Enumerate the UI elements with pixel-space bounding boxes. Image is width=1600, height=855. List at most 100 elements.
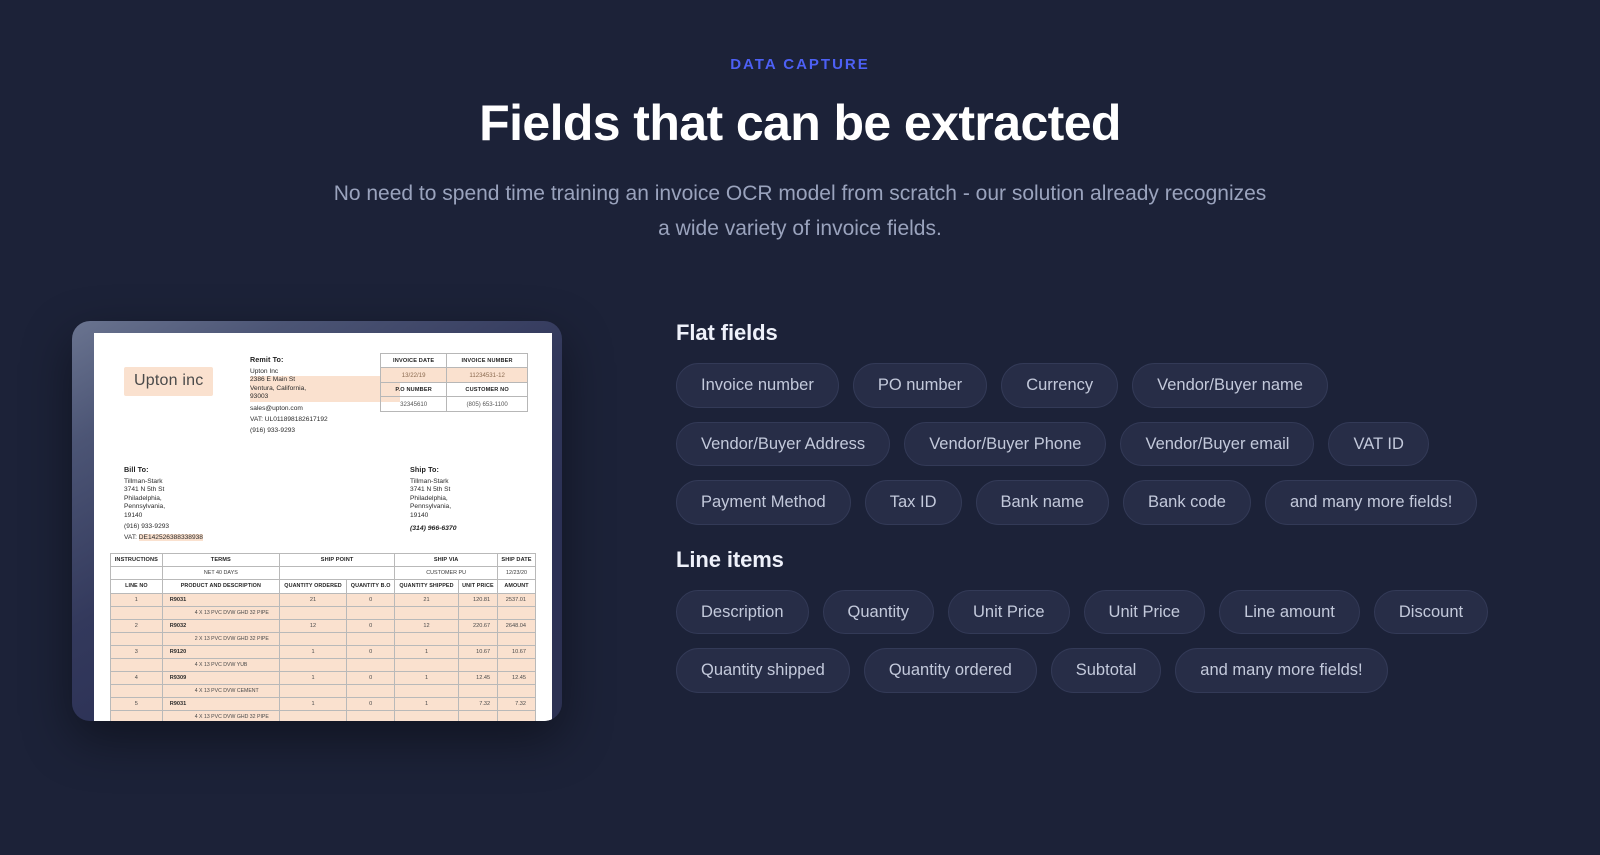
col-terms: TERMS [161, 553, 280, 567]
field-pill-unit-price-2[interactable]: Unit Price [1083, 589, 1206, 634]
item-amount: 7.32 [497, 697, 536, 711]
col-line-no: LINE NO [110, 579, 163, 594]
flat-fields-pill-group: Invoice number PO number Currency Vendor… [676, 363, 1536, 525]
item-amount: 10.67 [497, 645, 536, 659]
item-code: R9031 [161, 697, 280, 711]
item-code: R9120 [161, 645, 280, 659]
item-spacer [278, 710, 348, 721]
field-pill-quantity-ordered[interactable]: Quantity ordered [863, 648, 1037, 693]
col-unit-price: UNIT PRICE [457, 579, 499, 594]
table-row: INSTRUCTIONS TERMS SHIP POINT SHIP VIA S… [110, 553, 536, 567]
field-pill-payment-method[interactable]: Payment Method [676, 480, 851, 525]
item-spacer [497, 710, 536, 721]
ship-to-phone: (314) 966-6370 [410, 525, 457, 533]
field-pill-tax-id[interactable]: Tax ID [864, 480, 962, 525]
item-spacer [394, 658, 459, 672]
table-row: P.O NUMBER CUSTOMER NO [379, 382, 528, 397]
invoice-top-section: Upton inc Remit To: Upton Inc 2386 E Mai… [110, 347, 536, 465]
field-pill-quantity[interactable]: Quantity [822, 589, 934, 634]
line-items-heading: Line items [676, 546, 784, 572]
item-amount: 12.45 [497, 671, 536, 685]
item-no: 5 [110, 697, 163, 711]
invoice-meta-table: INVOICE DATE INVOICE NUMBER 13/22/19 112… [379, 353, 528, 412]
ship-to-street: 3741 N 5th St [410, 486, 451, 494]
field-pill-vendor-buyer-address[interactable]: Vendor/Buyer Address [676, 421, 891, 466]
item-no: 1 [110, 593, 163, 607]
item-spacer [346, 632, 396, 646]
customer-no-header: CUSTOMER NO [446, 382, 528, 397]
item-ordered: 1 [278, 645, 348, 659]
table-row: 3 R9120 1 0 1 10.67 10.67 [110, 645, 536, 659]
field-pill-discount[interactable]: Discount [1373, 589, 1489, 634]
remit-to-block: Remit To: Upton Inc 2386 E Main St Ventu… [250, 355, 400, 436]
table-row: 4 R9309 1 0 1 12.45 12.45 [110, 671, 536, 685]
val-ship-via: CUSTOMER PU [394, 566, 499, 580]
bill-to-label: Bill To: [124, 465, 149, 474]
section-eyebrow: DATA CAPTURE [730, 56, 870, 73]
item-code: R9309 [161, 671, 280, 685]
field-pill-line-amount[interactable]: Line amount [1219, 589, 1360, 634]
page-title: Fields that can be extracted [479, 95, 1121, 151]
table-row: 2 R9032 12 0 12 220.67 2648.04 [110, 619, 536, 633]
field-pill-vendor-buyer-name[interactable]: Vendor/Buyer name [1132, 363, 1328, 408]
item-description: 4 X 13 PVC DVW YUB [161, 658, 280, 672]
item-spacer [110, 632, 163, 646]
col-amount: AMOUNT [497, 579, 536, 594]
col-product: PRODUCT AND DESCRIPTION [161, 579, 280, 594]
field-pill-flat-more[interactable]: and many more fields! [1264, 480, 1478, 525]
item-price: 220.67 [457, 619, 499, 633]
remit-to-label: Remit To: [250, 355, 284, 364]
item-amount: 2537.01 [497, 593, 536, 607]
field-pill-invoice-number[interactable]: Invoice number [676, 363, 839, 408]
col-ship-point: SHIP POINT [278, 553, 396, 567]
bill-to-vat-label: VAT: [124, 534, 139, 542]
field-pill-bank-code[interactable]: Bank code [1122, 480, 1251, 525]
bill-to-block: Bill To: Tillman-Stark 3741 N 5th St Phi… [124, 465, 274, 543]
table-row: 1 R9031 21 0 21 120.81 2537.01 [110, 593, 536, 607]
bill-to-phone: (916) 933-9293 [124, 523, 170, 531]
field-pill-bank-name[interactable]: Bank name [975, 480, 1109, 525]
page-subtitle: No need to spend time training an invoic… [333, 182, 1267, 240]
item-shipped: 12 [394, 619, 459, 633]
field-pill-po-number[interactable]: PO number [852, 363, 988, 408]
field-pill-unit-price-1[interactable]: Unit Price [948, 589, 1070, 634]
item-spacer [346, 710, 396, 721]
bill-to-vat-row: VAT: DE142526388338938 [124, 534, 274, 542]
table-row: 32345610 (805) 653-1100 [379, 396, 528, 412]
field-pill-vendor-buyer-email[interactable]: Vendor/Buyer email [1120, 421, 1315, 466]
bill-to-street: 3741 N 5th St [124, 486, 165, 494]
field-pill-vat-id[interactable]: VAT ID [1328, 421, 1429, 466]
item-shipped: 1 [394, 671, 459, 685]
field-pill-subtotal[interactable]: Subtotal [1050, 648, 1162, 693]
field-pill-quantity-shipped[interactable]: Quantity shipped [676, 648, 850, 693]
item-spacer [497, 684, 536, 698]
field-pill-currency[interactable]: Currency [1001, 363, 1119, 408]
remit-company: Upton Inc [250, 368, 279, 375]
field-pill-description[interactable]: Description [676, 589, 809, 634]
item-ordered: 12 [278, 619, 348, 633]
ship-to-zip: 19140 [410, 511, 429, 519]
remit-vat: VAT: UL011898182617192 [250, 416, 328, 424]
item-price: 10.67 [457, 645, 499, 659]
item-description: 4 X 13 PVC DVW GHD 32 PIPE [161, 710, 280, 721]
table-row: INVOICE DATE INVOICE NUMBER [379, 353, 528, 368]
vendor-logo: Upton inc [124, 367, 214, 396]
table-row: 4 X 13 PVC DVW GHD 32 PIPE [110, 606, 536, 620]
field-pill-vendor-buyer-phone[interactable]: Vendor/Buyer Phone [904, 421, 1107, 466]
item-spacer [110, 606, 163, 620]
item-bo: 0 [346, 671, 396, 685]
bill-to-vat-value: DE142526388338938 [138, 534, 203, 542]
item-spacer [278, 684, 348, 698]
item-bo: 0 [346, 619, 396, 633]
item-spacer [497, 658, 536, 672]
val-instructions [110, 566, 163, 580]
field-pill-line-items-more[interactable]: and many more fields! [1175, 648, 1388, 693]
table-row: 13/22/19 11234531-12 [379, 367, 528, 383]
table-row: 5 R9031 1 0 1 7.32 7.32 [110, 697, 536, 711]
ship-to-city: Philadelphia, [410, 494, 448, 502]
item-spacer [394, 710, 459, 721]
remit-phone: (916) 933-9293 [250, 427, 296, 435]
line-items-row-2: Quantity shipped Quantity ordered Subtot… [676, 648, 1536, 693]
bill-to-name: Tillman-Stark [124, 478, 163, 485]
remit-email: sales@upton.com [250, 404, 303, 412]
